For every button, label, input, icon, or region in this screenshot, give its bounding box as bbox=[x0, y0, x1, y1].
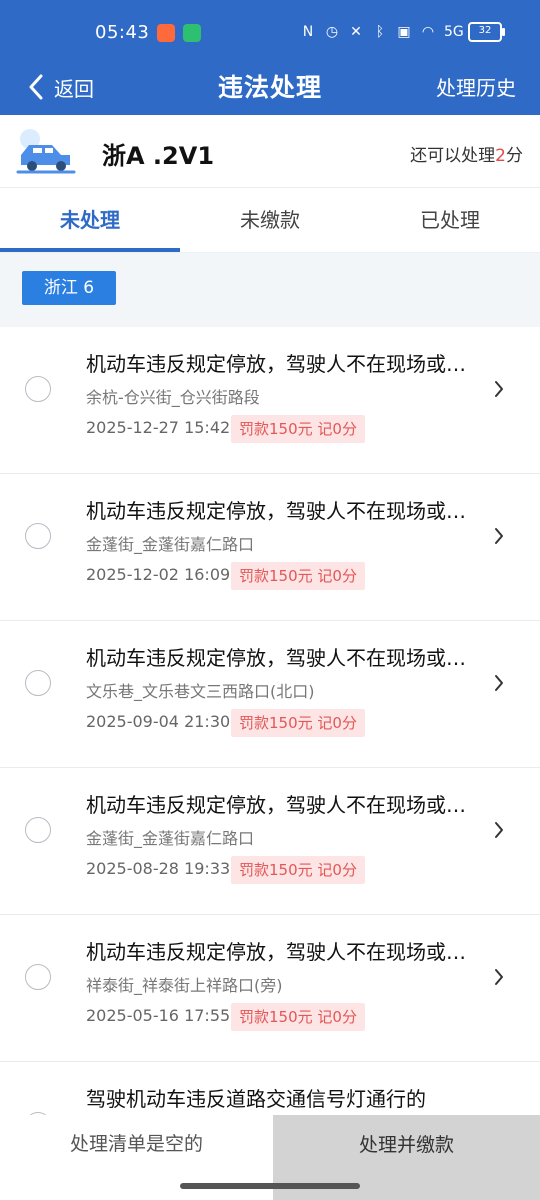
battery-icon: 32 bbox=[468, 22, 505, 42]
fine-badge: 罚款150元 记0分 bbox=[231, 856, 365, 884]
violation-select-radio[interactable] bbox=[25, 817, 51, 843]
violation-time: 2025-09-04 21:30 bbox=[86, 712, 231, 731]
mute-icon: ✕ bbox=[350, 24, 362, 40]
violation-time: 2025-12-02 16:09 bbox=[86, 565, 231, 584]
violation-location: 余杭-仓兴街_仓兴街路段 bbox=[86, 388, 260, 407]
tab-unpaid[interactable]: 未缴款 bbox=[180, 188, 360, 252]
violation-time: 2025-05-16 17:55 bbox=[86, 1006, 231, 1025]
bluetooth-icon: ᛒ bbox=[375, 24, 385, 40]
remaining-points: 还可以处理2分 bbox=[410, 141, 523, 166]
violation-title: 驾驶机动车违反道路交通信号灯通行的 bbox=[86, 1087, 426, 1111]
violation-select-radio[interactable] bbox=[25, 670, 51, 696]
chevron-right-icon bbox=[493, 673, 505, 697]
alarm-icon: ◷ bbox=[325, 24, 339, 40]
violation-location: 祥泰街_祥泰街上祥路口(旁) bbox=[86, 976, 283, 995]
points-prefix: 还可以处理 bbox=[410, 146, 496, 166]
points-value: 2 bbox=[495, 146, 506, 166]
region-filter-chip[interactable]: 浙江 6 bbox=[22, 271, 116, 305]
chevron-right-icon bbox=[493, 820, 505, 844]
wifi-icon: ◠ bbox=[421, 24, 435, 40]
network-label: 5G bbox=[444, 24, 464, 40]
violation-item-partial[interactable]: 驾驶机动车违反道路交通信号灯通行的 bbox=[0, 1062, 540, 1128]
violation-title: 机动车违反规定停放，驾驶人不在现场或… bbox=[86, 499, 466, 523]
violation-item[interactable]: 机动车违反规定停放，驾驶人不在现场或… 祥泰街_祥泰街上祥路口(旁) 2025-… bbox=[0, 915, 540, 1062]
car-icon bbox=[14, 129, 78, 179]
fine-badge: 罚款150元 记0分 bbox=[231, 1003, 365, 1031]
system-status-icons: N ◷ ✕ ᛒ ▣ ◠ 5G 32 bbox=[300, 22, 505, 42]
navigation-bar: 返回 违法处理 处理历史 bbox=[0, 60, 540, 115]
home-indicator[interactable] bbox=[180, 1183, 360, 1189]
tab-processed[interactable]: 已处理 bbox=[360, 188, 540, 252]
violation-select-radio[interactable] bbox=[25, 964, 51, 990]
fine-badge: 罚款150元 记0分 bbox=[231, 709, 365, 737]
violation-select-radio[interactable] bbox=[25, 376, 51, 402]
region-filter-bar: 浙江 6 bbox=[0, 253, 540, 327]
notification-app-icon bbox=[157, 24, 175, 42]
violation-item[interactable]: 机动车违反规定停放，驾驶人不在现场或… 余杭-仓兴街_仓兴街路段 2025-12… bbox=[0, 327, 540, 474]
violation-title: 机动车违反规定停放，驾驶人不在现场或… bbox=[86, 646, 466, 670]
violation-title: 机动车违反规定停放，驾驶人不在现场或… bbox=[86, 793, 466, 817]
violation-list: 机动车违反规定停放，驾驶人不在现场或… 余杭-仓兴街_仓兴街路段 2025-12… bbox=[0, 327, 540, 1128]
tab-unprocessed[interactable]: 未处理 bbox=[0, 188, 180, 252]
chevron-right-icon bbox=[493, 526, 505, 550]
violation-location: 金蓬街_金蓬街嘉仁路口 bbox=[86, 829, 255, 848]
violation-select-radio[interactable] bbox=[25, 523, 51, 549]
nfc-icon: N bbox=[302, 24, 314, 40]
chevron-right-icon bbox=[493, 967, 505, 991]
fine-badge: 罚款150元 记0分 bbox=[231, 562, 365, 590]
hd-icon: ▣ bbox=[397, 24, 411, 40]
status-bar: 05:43 N ◷ ✕ ᛒ ▣ ◠ 5G 32 bbox=[0, 0, 540, 60]
history-button[interactable]: 处理历史 bbox=[436, 72, 516, 101]
status-tabs: 未处理 未缴款 已处理 bbox=[0, 188, 540, 253]
violation-time: 2025-08-28 19:33 bbox=[86, 859, 231, 878]
app-header: 05:43 N ◷ ✕ ᛒ ▣ ◠ 5G 32 返回 违法处理 处理历史 bbox=[0, 0, 540, 115]
license-plate: 浙A .2V1 bbox=[102, 142, 215, 170]
violation-time: 2025-12-27 15:42 bbox=[86, 418, 231, 437]
notification-app-icon-secondary bbox=[183, 24, 201, 42]
vehicle-card: 浙A .2V1 还可以处理2分 bbox=[0, 115, 540, 188]
violation-item[interactable]: 机动车违反规定停放，驾驶人不在现场或… 金蓬街_金蓬街嘉仁路口 2025-12-… bbox=[0, 474, 540, 621]
status-time: 05:43 bbox=[95, 22, 150, 43]
chevron-right-icon bbox=[493, 379, 505, 403]
violation-title: 机动车违反规定停放，驾驶人不在现场或… bbox=[86, 940, 466, 964]
violation-item[interactable]: 机动车违反规定停放，驾驶人不在现场或… 金蓬街_金蓬街嘉仁路口 2025-08-… bbox=[0, 768, 540, 915]
fine-badge: 罚款150元 记0分 bbox=[231, 415, 365, 443]
points-suffix: 分 bbox=[506, 146, 523, 166]
violation-location: 金蓬街_金蓬街嘉仁路口 bbox=[86, 535, 255, 554]
violation-item[interactable]: 机动车违反规定停放，驾驶人不在现场或… 文乐巷_文乐巷文三西路口(北口) 202… bbox=[0, 621, 540, 768]
violation-location: 文乐巷_文乐巷文三西路口(北口) bbox=[86, 682, 315, 701]
violation-title: 机动车违反规定停放，驾驶人不在现场或… bbox=[86, 352, 466, 376]
